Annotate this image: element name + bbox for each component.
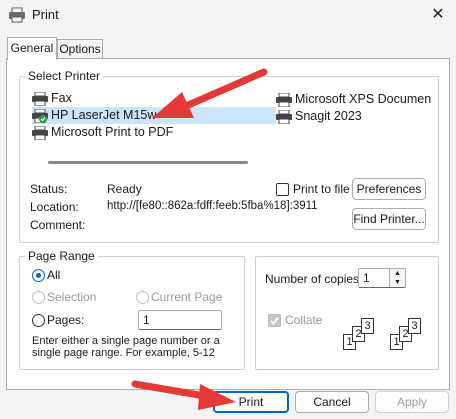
printer-icon bbox=[276, 92, 292, 107]
spin-down-icon[interactable]: ▼ bbox=[390, 278, 405, 287]
printer-icon bbox=[32, 91, 48, 106]
copies-label: Number of copies: bbox=[265, 272, 363, 286]
printer-list-scrollbar[interactable] bbox=[48, 161, 248, 164]
print-button[interactable]: Print bbox=[213, 391, 289, 413]
comment-label: Comment: bbox=[30, 218, 86, 232]
location-value: http://[fe80::862a:fdff:feeb:5fba%18]:39… bbox=[107, 200, 318, 212]
collate-checkbox[interactable] bbox=[268, 314, 281, 327]
preferences-button[interactable]: Preferences bbox=[352, 178, 426, 200]
printer-item-print-to-pdf[interactable]: Microsoft Print to PDF bbox=[32, 124, 173, 141]
printer-item-hp-laserjet[interactable]: HP LaserJet M15w bbox=[32, 107, 276, 124]
print-to-file-checkbox[interactable] bbox=[276, 183, 289, 196]
close-icon: ✕ bbox=[431, 6, 445, 23]
collate-page-3a: 3 bbox=[361, 318, 374, 334]
status-label: Status: bbox=[30, 182, 68, 196]
selection-label: Selection bbox=[47, 290, 97, 304]
printer-item-xps[interactable]: Microsoft XPS Documen bbox=[276, 91, 431, 108]
printer-icon bbox=[32, 125, 48, 140]
pages-label: Pages: bbox=[47, 313, 85, 327]
page-range-label: Page Range bbox=[25, 249, 98, 263]
pages-input[interactable]: 1 bbox=[138, 310, 222, 330]
all-radio[interactable] bbox=[32, 269, 45, 282]
tab-options[interactable]: Options bbox=[57, 39, 103, 58]
apply-button[interactable]: Apply bbox=[375, 391, 449, 413]
printer-icon bbox=[276, 109, 292, 124]
tab-general[interactable]: General bbox=[7, 37, 57, 60]
copies-stepper[interactable]: ▲ ▼ bbox=[389, 269, 405, 287]
title-bar bbox=[0, 0, 456, 30]
cancel-button[interactable]: Cancel bbox=[295, 391, 369, 413]
selection-radio[interactable] bbox=[32, 291, 45, 304]
printer-icon bbox=[8, 7, 26, 23]
status-value: Ready bbox=[107, 182, 142, 196]
collate-label: Collate bbox=[285, 313, 323, 327]
collate-illustration: 1 2 3 1 2 3 bbox=[340, 318, 440, 358]
page-range-hint: Enter either a single page number or a s… bbox=[32, 335, 220, 359]
print-to-file-label: Print to file bbox=[293, 182, 350, 196]
printer-list[interactable]: Fax HP LaserJet M15w Microsoft Print to … bbox=[30, 88, 432, 172]
spin-up-icon[interactable]: ▲ bbox=[390, 269, 405, 278]
current-page-radio[interactable] bbox=[136, 291, 149, 304]
close-button[interactable]: ✕ bbox=[420, 0, 456, 30]
select-printer-label: Select Printer bbox=[25, 69, 104, 83]
printer-item-snagit[interactable]: Snagit 2023 bbox=[276, 108, 362, 125]
window-title: Print bbox=[32, 7, 59, 22]
pages-radio[interactable] bbox=[32, 314, 45, 327]
printer-item-fax[interactable]: Fax bbox=[32, 90, 72, 107]
location-label: Location: bbox=[30, 200, 79, 214]
all-label: All bbox=[47, 268, 61, 282]
find-printer-button[interactable]: Find Printer... bbox=[352, 208, 426, 230]
current-page-label: Current Page bbox=[151, 290, 223, 304]
printer-icon bbox=[32, 108, 48, 123]
collate-page-3b: 3 bbox=[408, 318, 421, 334]
